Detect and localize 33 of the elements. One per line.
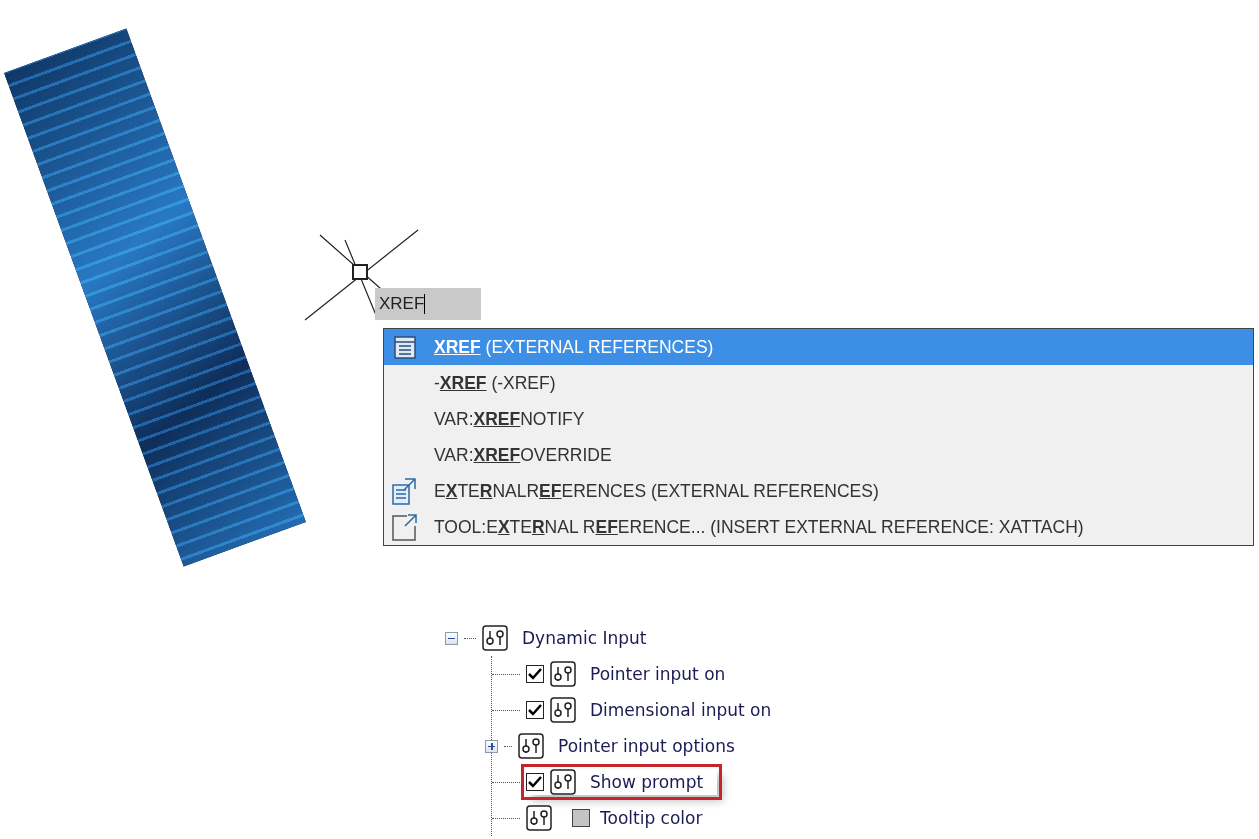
list-icon <box>393 334 417 360</box>
suggestion-text: EXTERNALREFERENCES (EXTERNAL REFERENCES) <box>434 480 879 502</box>
settings-icon <box>482 625 508 651</box>
collapse-toggle[interactable] <box>445 631 458 645</box>
checkbox[interactable] <box>526 665 544 683</box>
tree-item-label[interactable]: Pointer input on <box>590 664 726 684</box>
suggestion-item[interactable]: VAR:XREFNOTIFY <box>384 401 1253 437</box>
suggestion-item[interactable]: TOOL:EXTERNAL REFERENCE... (INSERT EXTERNAL REFERENCE: XATTACH) <box>384 509 1253 545</box>
settings-icon <box>526 805 552 831</box>
settings-icon <box>550 769 576 795</box>
checkbox[interactable] <box>526 701 544 719</box>
suggestion-text: VAR:XREFNOTIFY <box>434 408 585 430</box>
tree-item-label[interactable]: Dimensional input on <box>590 700 772 720</box>
suggestion-item[interactable]: EXTERNALREFERENCES (EXTERNAL REFERENCES) <box>384 473 1253 509</box>
color-swatch[interactable] <box>572 809 590 827</box>
external-link-icon <box>391 512 419 542</box>
suggestion-text: XREF (EXTERNAL REFERENCES) <box>434 336 714 358</box>
checkbox[interactable] <box>526 773 544 791</box>
suggestion-item[interactable]: VAR:XREFOVERRIDE <box>384 437 1253 473</box>
tree-item-label[interactable]: Dynamic Input <box>522 628 647 648</box>
suggestion-text: -XREF (-XREF) <box>434 372 556 394</box>
suggestion-text: VAR:XREFOVERRIDE <box>434 444 612 466</box>
command-input-field[interactable]: XREF <box>375 288 481 320</box>
settings-icon <box>550 697 576 723</box>
suggestion-text: TOOL:EXTERNAL REFERENCE... (INSERT EXTERNAL REFERENCE: XATTACH) <box>434 516 1084 538</box>
window-arrow-icon <box>391 476 419 506</box>
settings-icon <box>518 733 544 759</box>
tree-item-label[interactable]: Pointer input options <box>558 736 735 756</box>
expand-toggle[interactable] <box>485 739 498 753</box>
suggestion-item[interactable]: -XREF (-XREF) <box>384 365 1253 401</box>
tree-item-label[interactable]: Tooltip color <box>600 808 703 828</box>
tree-item-label[interactable]: Show prompt <box>590 772 704 792</box>
settings-icon <box>550 661 576 687</box>
